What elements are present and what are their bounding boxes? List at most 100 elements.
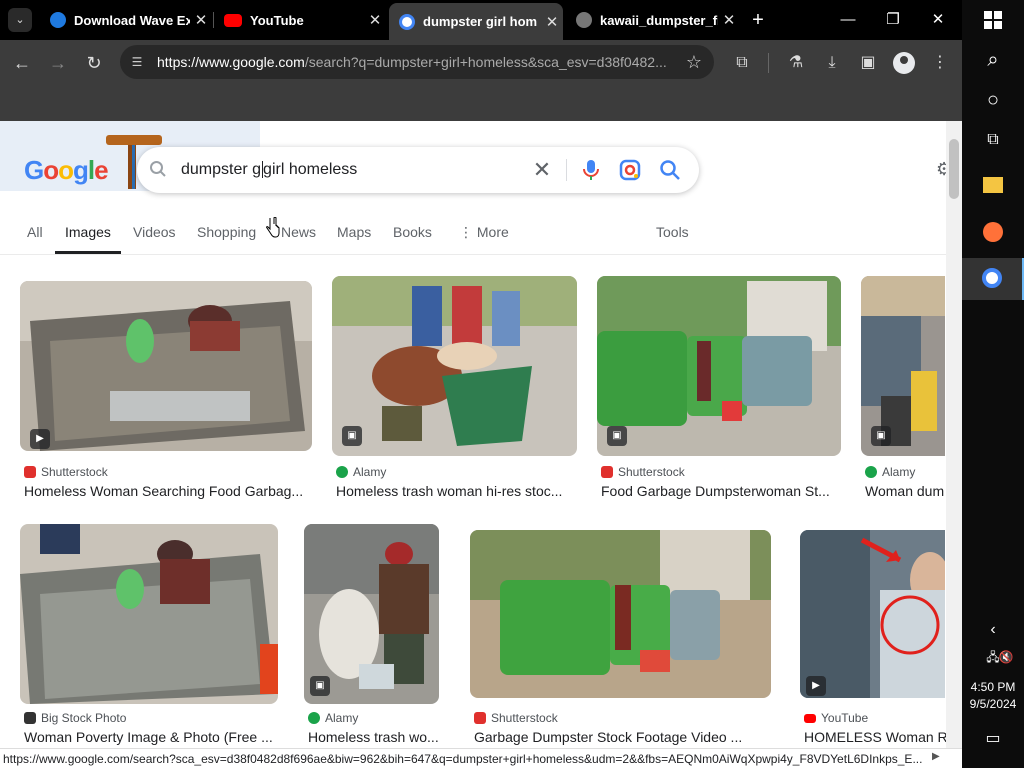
search-icon <box>150 161 166 177</box>
restore-button[interactable]: ❐ <box>881 8 905 32</box>
close-tab-icon[interactable]: ✕ <box>190 11 212 29</box>
taskbar-date[interactable]: 9/5/2024 <box>962 697 1024 711</box>
url-host: https://www.google.com <box>157 54 305 70</box>
result-title[interactable]: HOMELESS Woman RE <box>804 729 946 745</box>
result-title[interactable]: Food Garbage Dumpsterwoman St... <box>601 483 841 499</box>
search-icon[interactable]: ⌕ <box>978 45 1008 75</box>
tab-more[interactable]: ⋮ More <box>459 224 509 241</box>
source-name: Shutterstock <box>491 711 558 725</box>
result-source: Shutterstock <box>601 465 685 479</box>
source-favicon-icon <box>601 466 613 478</box>
close-tab-icon[interactable]: ✕ <box>364 11 386 29</box>
tab-title: YouTube <box>250 12 304 28</box>
globe-icon <box>576 12 592 28</box>
search-box[interactable]: dumpster g girl homeless ✕ <box>137 147 699 193</box>
windows-start-icon[interactable] <box>978 5 1008 35</box>
bookmarks-bar <box>0 86 962 121</box>
browser-toolbar: ← → ↻ ☰ https://www.google.com/search?q=… <box>0 40 962 86</box>
clear-search-icon[interactable]: ✕ <box>531 158 553 182</box>
microphone-icon[interactable] <box>581 159 601 181</box>
search-submit-icon[interactable] <box>659 159 681 181</box>
result-title[interactable]: Woman Poverty Image & Photo (Free ... <box>24 729 280 745</box>
cortana-circle-icon[interactable]: ○ <box>978 85 1008 115</box>
source-favicon-icon <box>308 712 320 724</box>
tools-button[interactable]: Tools <box>656 224 689 240</box>
result-source: Alamy <box>308 711 358 725</box>
google-icon <box>399 13 415 30</box>
source-favicon-icon <box>24 712 36 724</box>
source-name: Alamy <box>882 465 916 479</box>
minimize-button[interactable]: — <box>836 8 860 32</box>
reload-icon[interactable]: ↻ <box>81 50 107 76</box>
new-tab-button[interactable]: + <box>748 8 768 32</box>
tab-news[interactable]: News <box>281 224 316 240</box>
chrome-taskbar-icon[interactable] <box>962 258 1024 300</box>
downloads-icon[interactable]: ⤓ <box>821 52 843 74</box>
scrollbar-thumb[interactable] <box>949 139 959 199</box>
result-title[interactable]: Woman dum <box>865 483 945 499</box>
result-thumbnail[interactable]: ▣ <box>332 276 577 456</box>
youtube-icon <box>804 713 816 723</box>
settings-gear-icon[interactable]: ⚙ <box>936 159 946 180</box>
side-panel-icon[interactable]: ▣ <box>857 52 879 74</box>
query-text-after-caret: girl homeless <box>263 161 358 178</box>
menu-kebab-icon[interactable]: ⋮ <box>929 52 951 74</box>
tab-books[interactable]: Books <box>393 224 432 240</box>
site-info-icon[interactable]: ☰ <box>129 54 145 70</box>
tab-google-search[interactable]: dumpster girl hom ✕ <box>389 3 563 40</box>
windows-taskbar: ⌕ ○ ⧉ ‹ 🖧 🔇 4:50 PM 9/5/2024 ▭ <box>962 0 1024 768</box>
volume-muted-icon[interactable]: 🔇 <box>996 642 1016 672</box>
result-source: Alamy <box>865 465 915 479</box>
forward-icon[interactable]: → <box>45 50 71 76</box>
tab-maps[interactable]: Maps <box>337 224 371 240</box>
result-thumbnail[interactable]: ▣ <box>861 276 945 456</box>
taskbar-time[interactable]: 4:50 PM <box>962 680 1024 694</box>
source-name: YouTube <box>821 711 869 725</box>
page-scrollbar[interactable] <box>946 121 962 748</box>
google-doodle-logo[interactable]: Google <box>24 155 109 186</box>
tab-search-button[interactable]: ⌄ <box>8 8 32 32</box>
more-dots-icon: ⋮ <box>459 224 477 240</box>
profile-avatar-icon[interactable] <box>893 52 915 74</box>
result-title[interactable]: Homeless trash wo... <box>308 729 443 745</box>
source-name: Big Stock Photo <box>41 711 127 725</box>
extensions-icon[interactable]: ⧉ <box>731 52 753 74</box>
tab-videos[interactable]: Videos <box>133 224 176 240</box>
result-source: Shutterstock <box>474 711 558 725</box>
close-tab-icon[interactable]: ✕ <box>541 13 563 31</box>
tab-download-wave[interactable]: Download Wave Ex ✕ <box>40 3 212 37</box>
close-tab-icon[interactable]: ✕ <box>718 11 740 29</box>
google-lens-icon[interactable] <box>619 159 641 181</box>
close-window-button[interactable]: ✕ <box>926 8 950 32</box>
bookmark-star-icon[interactable]: ☆ <box>686 52 702 73</box>
file-explorer-icon[interactable] <box>978 170 1008 200</box>
address-bar[interactable]: ☰ https://www.google.com/search?q=dumpst… <box>120 45 714 79</box>
notifications-icon[interactable]: ▭ <box>978 724 1008 754</box>
tab-images[interactable]: Images <box>65 224 111 240</box>
result-thumbnail[interactable]: ▣ <box>304 524 439 704</box>
tab-shopping[interactable]: Shopping <box>197 224 256 240</box>
result-title[interactable]: Homeless Woman Searching Food Garbag... <box>24 483 312 499</box>
source-name: Shutterstock <box>618 465 685 479</box>
url-text[interactable]: https://www.google.com/search?q=dumpster… <box>157 54 677 70</box>
result-thumbnail[interactable]: ▣ <box>597 276 841 456</box>
search-input[interactable]: dumpster g girl homeless <box>181 161 357 179</box>
result-thumbnail[interactable] <box>20 524 278 704</box>
show-hidden-icons-chevron-icon[interactable]: ‹ <box>978 615 1008 645</box>
tab-youtube[interactable]: YouTube ✕ <box>214 3 386 37</box>
tab-kawaii-dumpster[interactable]: kawaii_dumpster_fi ✕ <box>566 3 740 37</box>
tab-more-label: More <box>476 224 509 240</box>
toolbar-divider <box>768 53 769 73</box>
scroll-right-arrow-icon[interactable]: ▶ <box>932 751 940 762</box>
result-title[interactable]: Homeless trash woman hi-res stoc... <box>336 483 581 499</box>
result-thumbnail[interactable]: ▶ <box>800 530 945 698</box>
firefox-icon[interactable] <box>978 217 1008 247</box>
result-title[interactable]: Garbage Dumpster Stock Footage Video ... <box>474 729 772 745</box>
labs-flask-icon[interactable]: ⚗ <box>785 52 807 74</box>
source-favicon-icon <box>336 466 348 478</box>
back-icon[interactable]: ← <box>9 50 35 76</box>
result-thumbnail[interactable]: ▶ <box>20 281 312 451</box>
tab-all[interactable]: All <box>27 224 43 240</box>
task-view-icon[interactable]: ⧉ <box>978 125 1008 155</box>
result-thumbnail[interactable] <box>470 530 771 698</box>
